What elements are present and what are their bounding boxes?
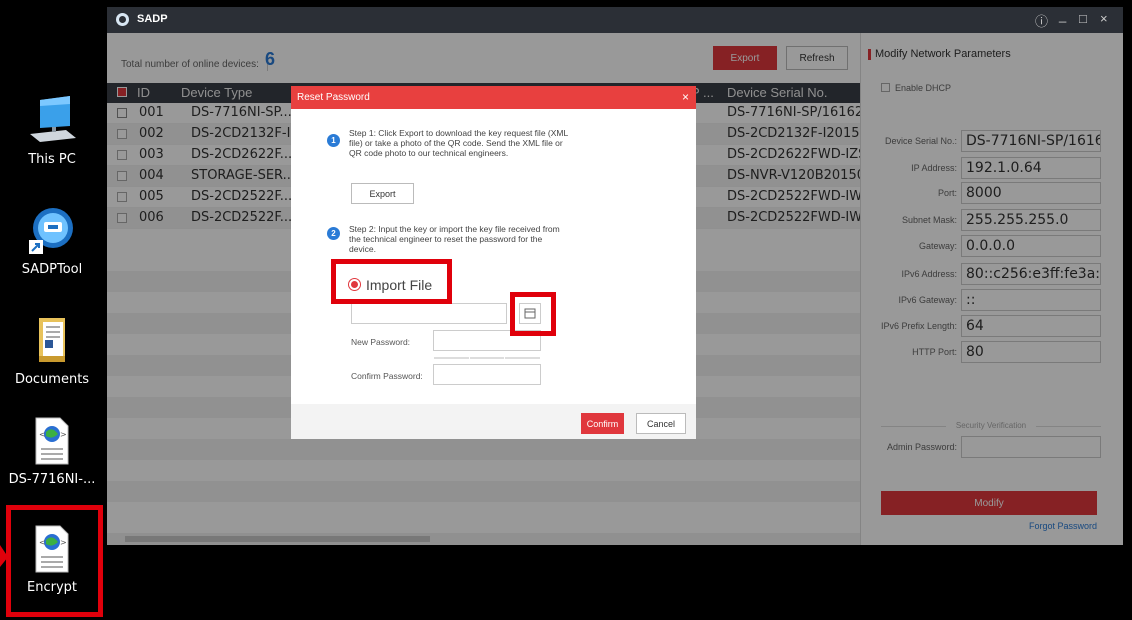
desktop-icon-this-pc[interactable]: This PC <box>7 96 97 167</box>
dialog-export-button[interactable]: Export <box>351 183 414 204</box>
desktop-icon-sadptool[interactable]: SADPTool <box>7 206 97 277</box>
svg-text:>: > <box>60 430 67 439</box>
title-bar: SADP ⓘ _ □ × <box>107 7 1123 33</box>
monitor-icon <box>26 96 78 146</box>
info-icon[interactable]: ⓘ <box>1035 11 1048 30</box>
desktop-icon-documents[interactable]: Documents <box>7 316 97 387</box>
dialog-close-icon[interactable]: × <box>682 90 689 104</box>
sadp-globe-icon <box>27 206 77 256</box>
desktop-icon-label: This PC <box>28 152 76 167</box>
highlight-arrow-icon <box>0 545 8 567</box>
dialog-footer: Confirm Cancel <box>291 404 696 439</box>
desktop-icon-ds7716ni[interactable]: < > DS-7716NI-... <box>7 416 97 487</box>
desktop-icon-label: Documents <box>14 372 90 387</box>
password-strength-meter <box>434 357 540 359</box>
sadp-logo-icon <box>116 13 129 26</box>
desktop-icon-label: SADPTool <box>21 262 83 277</box>
step1-text: Step 1: Click Export to download the key… <box>349 128 568 158</box>
svg-text:<: < <box>39 430 46 439</box>
confirm-password-input[interactable] <box>433 364 541 385</box>
step2-text: Step 2: Input the key or import the key … <box>349 224 560 254</box>
highlight-browse-button <box>510 292 556 336</box>
desktop: This PC SADPTool Documents < > DS-7716NI… <box>0 0 1132 620</box>
minimize-button[interactable]: _ <box>1059 8 1066 23</box>
confirm-password-label: Confirm Password: <box>351 371 423 381</box>
app-title: SADP <box>137 13 168 25</box>
dialog-title: Reset Password <box>291 86 696 109</box>
step2-number-icon: 2 <box>327 227 340 240</box>
highlight-encrypt-icon <box>6 505 103 617</box>
close-button[interactable]: × <box>1100 11 1108 26</box>
highlight-import-file <box>331 259 452 304</box>
xml-file-icon: < > <box>32 416 72 466</box>
documents-folder-icon <box>29 316 75 366</box>
cancel-button[interactable]: Cancel <box>636 413 686 434</box>
maximize-button[interactable]: □ <box>1079 11 1087 26</box>
confirm-button[interactable]: Confirm <box>581 413 624 434</box>
key-file-path-input[interactable] <box>351 303 507 324</box>
step1-number-icon: 1 <box>327 134 340 147</box>
new-password-label: New Password: <box>351 337 411 347</box>
desktop-icon-label: DS-7716NI-... <box>8 472 96 487</box>
